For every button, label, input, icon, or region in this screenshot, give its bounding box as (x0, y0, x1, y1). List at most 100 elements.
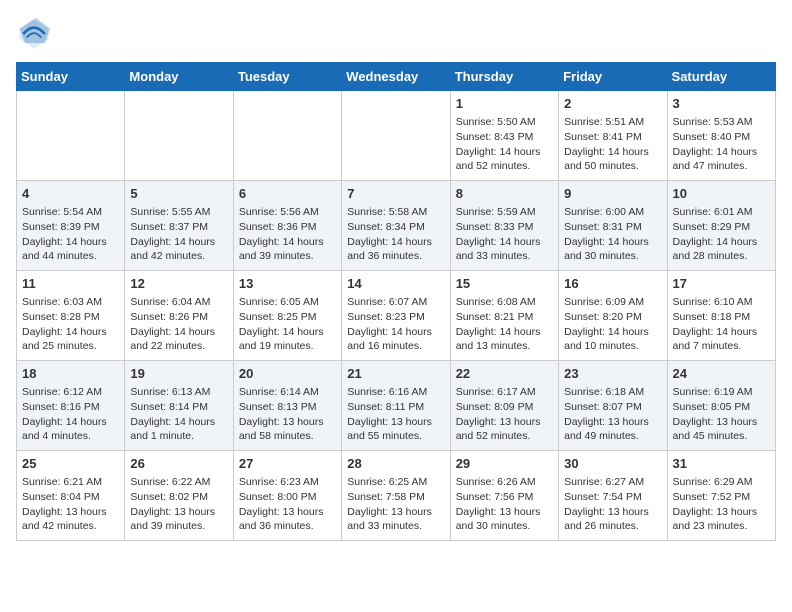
calendar-cell: 26 Sunrise: 6:22 AM Sunset: 8:02 PM Dayli… (125, 451, 233, 541)
calendar-body: 1 Sunrise: 5:50 AM Sunset: 8:43 PM Daylig… (17, 91, 776, 541)
day-info: Sunrise: 6:12 AM Sunset: 8:16 PM Dayligh… (22, 385, 119, 444)
day-info: Sunrise: 6:19 AM Sunset: 8:05 PM Dayligh… (673, 385, 770, 444)
calendar-cell: 29 Sunrise: 6:26 AM Sunset: 7:56 PM Dayli… (450, 451, 558, 541)
day-number: 29 (456, 455, 553, 473)
day-info: Sunrise: 5:59 AM Sunset: 8:33 PM Dayligh… (456, 205, 553, 264)
day-info: Sunrise: 6:03 AM Sunset: 8:28 PM Dayligh… (22, 295, 119, 354)
day-number: 7 (347, 185, 444, 203)
day-info: Sunrise: 6:18 AM Sunset: 8:07 PM Dayligh… (564, 385, 661, 444)
calendar-cell: 20 Sunrise: 6:14 AM Sunset: 8:13 PM Dayli… (233, 361, 341, 451)
day-number: 31 (673, 455, 770, 473)
days-of-week-row: SundayMondayTuesdayWednesdayThursdayFrid… (17, 63, 776, 91)
calendar-cell: 21Sunrise: 6:16 AM Sunset: 8:11 PM Dayli… (342, 361, 450, 451)
day-number: 21 (347, 365, 444, 383)
day-info: Sunrise: 6:29 AM Sunset: 7:52 PM Dayligh… (673, 475, 770, 534)
calendar-cell: 24 Sunrise: 6:19 AM Sunset: 8:05 PM Dayli… (667, 361, 775, 451)
day-info: Sunrise: 6:01 AM Sunset: 8:29 PM Dayligh… (673, 205, 770, 264)
day-number: 24 (673, 365, 770, 383)
calendar-cell: 4 Sunrise: 5:54 AM Sunset: 8:39 PM Daylig… (17, 181, 125, 271)
day-info: Sunrise: 5:58 AM Sunset: 8:34 PM Dayligh… (347, 205, 444, 264)
day-info: Sunrise: 5:53 AM Sunset: 8:40 PM Dayligh… (673, 115, 770, 174)
calendar-cell: 2 Sunrise: 5:51 AM Sunset: 8:41 PM Daylig… (559, 91, 667, 181)
day-of-week-header: Friday (559, 63, 667, 91)
calendar-cell: 27Sunrise: 6:23 AM Sunset: 8:00 PM Dayli… (233, 451, 341, 541)
day-info: Sunrise: 6:00 AM Sunset: 8:31 PM Dayligh… (564, 205, 661, 264)
calendar-cell: 25Sunrise: 6:21 AM Sunset: 8:04 PM Dayli… (17, 451, 125, 541)
calendar-cell: 9 Sunrise: 6:00 AM Sunset: 8:31 PM Daylig… (559, 181, 667, 271)
day-number: 12 (130, 275, 227, 293)
day-info: Sunrise: 6:25 AM Sunset: 7:58 PM Dayligh… (347, 475, 444, 534)
day-info: Sunrise: 5:51 AM Sunset: 8:41 PM Dayligh… (564, 115, 661, 174)
calendar-cell (342, 91, 450, 181)
day-number: 6 (239, 185, 336, 203)
calendar-cell: 18 Sunrise: 6:12 AM Sunset: 8:16 PM Dayli… (17, 361, 125, 451)
calendar-cell: 7 Sunrise: 5:58 AM Sunset: 8:34 PM Daylig… (342, 181, 450, 271)
day-info: Sunrise: 5:54 AM Sunset: 8:39 PM Dayligh… (22, 205, 119, 264)
day-number: 9 (564, 185, 661, 203)
day-of-week-header: Wednesday (342, 63, 450, 91)
day-number: 28 (347, 455, 444, 473)
day-number: 17 (673, 275, 770, 293)
calendar-cell: 17Sunrise: 6:10 AM Sunset: 8:18 PM Dayli… (667, 271, 775, 361)
day-info: Sunrise: 6:05 AM Sunset: 8:25 PM Dayligh… (239, 295, 336, 354)
calendar-cell: 23 Sunrise: 6:18 AM Sunset: 8:07 PM Dayli… (559, 361, 667, 451)
calendar-cell: 31 Sunrise: 6:29 AM Sunset: 7:52 PM Dayli… (667, 451, 775, 541)
day-number: 1 (456, 95, 553, 113)
calendar-cell: 12 Sunrise: 6:04 AM Sunset: 8:26 PM Dayli… (125, 271, 233, 361)
day-number: 2 (564, 95, 661, 113)
calendar-week-row: 1 Sunrise: 5:50 AM Sunset: 8:43 PM Daylig… (17, 91, 776, 181)
day-info: Sunrise: 6:17 AM Sunset: 8:09 PM Dayligh… (456, 385, 553, 444)
day-of-week-header: Saturday (667, 63, 775, 91)
calendar-cell: 11Sunrise: 6:03 AM Sunset: 8:28 PM Dayli… (17, 271, 125, 361)
day-number: 3 (673, 95, 770, 113)
calendar-cell (233, 91, 341, 181)
day-number: 5 (130, 185, 227, 203)
day-number: 22 (456, 365, 553, 383)
day-info: Sunrise: 6:22 AM Sunset: 8:02 PM Dayligh… (130, 475, 227, 534)
calendar-cell: 15 Sunrise: 6:08 AM Sunset: 8:21 PM Dayli… (450, 271, 558, 361)
calendar-cell: 8 Sunrise: 5:59 AM Sunset: 8:33 PM Daylig… (450, 181, 558, 271)
logo-icon (16, 16, 52, 52)
day-info: Sunrise: 6:09 AM Sunset: 8:20 PM Dayligh… (564, 295, 661, 354)
day-number: 15 (456, 275, 553, 293)
calendar-cell: 1 Sunrise: 5:50 AM Sunset: 8:43 PM Daylig… (450, 91, 558, 181)
day-of-week-header: Tuesday (233, 63, 341, 91)
day-info: Sunrise: 6:26 AM Sunset: 7:56 PM Dayligh… (456, 475, 553, 534)
day-number: 20 (239, 365, 336, 383)
day-number: 4 (22, 185, 119, 203)
day-of-week-header: Monday (125, 63, 233, 91)
calendar-cell: 22 Sunrise: 6:17 AM Sunset: 8:09 PM Dayli… (450, 361, 558, 451)
calendar-week-row: 4 Sunrise: 5:54 AM Sunset: 8:39 PM Daylig… (17, 181, 776, 271)
day-info: Sunrise: 6:27 AM Sunset: 7:54 PM Dayligh… (564, 475, 661, 534)
calendar-cell: 10 Sunrise: 6:01 AM Sunset: 8:29 PM Dayli… (667, 181, 775, 271)
calendar-cell: 16 Sunrise: 6:09 AM Sunset: 8:20 PM Dayli… (559, 271, 667, 361)
day-number: 26 (130, 455, 227, 473)
day-number: 18 (22, 365, 119, 383)
day-number: 8 (456, 185, 553, 203)
calendar-cell: 3 Sunrise: 5:53 AM Sunset: 8:40 PM Daylig… (667, 91, 775, 181)
logo (16, 16, 56, 52)
day-number: 23 (564, 365, 661, 383)
day-info: Sunrise: 5:50 AM Sunset: 8:43 PM Dayligh… (456, 115, 553, 174)
page-header (16, 16, 776, 52)
calendar-header: SundayMondayTuesdayWednesdayThursdayFrid… (17, 63, 776, 91)
calendar-cell: 28 Sunrise: 6:25 AM Sunset: 7:58 PM Dayli… (342, 451, 450, 541)
day-number: 19 (130, 365, 227, 383)
day-number: 30 (564, 455, 661, 473)
day-info: Sunrise: 6:21 AM Sunset: 8:04 PM Dayligh… (22, 475, 119, 534)
day-of-week-header: Thursday (450, 63, 558, 91)
day-info: Sunrise: 5:56 AM Sunset: 8:36 PM Dayligh… (239, 205, 336, 264)
day-info: Sunrise: 6:14 AM Sunset: 8:13 PM Dayligh… (239, 385, 336, 444)
calendar-cell (125, 91, 233, 181)
day-info: Sunrise: 6:08 AM Sunset: 8:21 PM Dayligh… (456, 295, 553, 354)
calendar-cell: 5 Sunrise: 5:55 AM Sunset: 8:37 PM Daylig… (125, 181, 233, 271)
day-info: Sunrise: 5:55 AM Sunset: 8:37 PM Dayligh… (130, 205, 227, 264)
day-info: Sunrise: 6:07 AM Sunset: 8:23 PM Dayligh… (347, 295, 444, 354)
day-number: 16 (564, 275, 661, 293)
day-number: 10 (673, 185, 770, 203)
day-number: 13 (239, 275, 336, 293)
day-number: 27 (239, 455, 336, 473)
calendar-week-row: 11Sunrise: 6:03 AM Sunset: 8:28 PM Dayli… (17, 271, 776, 361)
calendar-cell: 6 Sunrise: 5:56 AM Sunset: 8:36 PM Daylig… (233, 181, 341, 271)
day-info: Sunrise: 6:04 AM Sunset: 8:26 PM Dayligh… (130, 295, 227, 354)
